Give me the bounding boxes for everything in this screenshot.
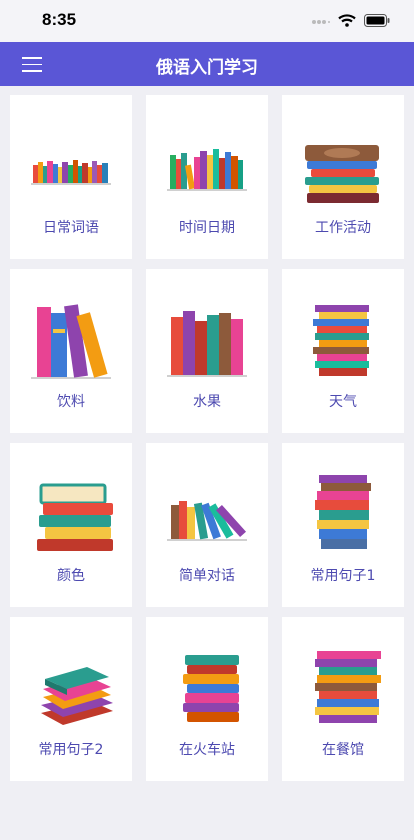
status-icons: [312, 12, 390, 31]
category-card-fruit[interactable]: 水果: [146, 269, 268, 433]
category-label: 颜色: [57, 568, 85, 584]
category-label: 常用句子1: [310, 568, 376, 584]
books-leaning-icon: [157, 473, 257, 563]
category-label: 简单对话: [179, 568, 235, 584]
category-label: 水果: [193, 394, 221, 410]
category-label: 在火车站: [179, 742, 235, 758]
book-stack-icon: [21, 647, 121, 737]
category-label: 常用句子2: [38, 742, 104, 758]
books-row-icon: [157, 125, 257, 215]
page-title: 俄语入门学习: [156, 58, 258, 78]
category-label: 饮料: [57, 394, 85, 410]
signal-icon: [312, 12, 330, 31]
category-card-colors[interactable]: 颜色: [10, 443, 132, 607]
category-card-train-station[interactable]: 在火车站: [146, 617, 268, 781]
book-stack-icon: [293, 299, 393, 389]
status-time: 8:35: [42, 10, 77, 29]
battery-icon: [364, 12, 390, 31]
category-label: 在餐馆: [322, 742, 364, 758]
category-card-weather[interactable]: 天气: [282, 269, 404, 433]
category-card-work-activities[interactable]: 工作活动: [282, 95, 404, 259]
books-leaning-icon: [21, 299, 121, 389]
category-card-restaurant[interactable]: 在餐馆: [282, 617, 404, 781]
status-bar: 8:35: [0, 0, 414, 42]
category-card-drinks[interactable]: 饮料: [10, 269, 132, 433]
category-card-simple-dialogue[interactable]: 简单对话: [146, 443, 268, 607]
wifi-icon: [338, 12, 356, 31]
book-stack-icon: [157, 647, 257, 737]
category-label: 天气: [329, 394, 357, 410]
category-card-daily-words[interactable]: 日常词语: [10, 95, 132, 259]
nav-bar: 俄语入门学习: [0, 42, 414, 86]
category-label: 工作活动: [315, 220, 371, 236]
books-row-icon: [21, 125, 121, 215]
book-stack-icon: [293, 473, 393, 563]
category-label: 日常词语: [43, 220, 99, 236]
category-card-common-sentences-1[interactable]: 常用句子1: [282, 443, 404, 607]
category-grid: 日常词语 时间日期 工作活动 饮料 水果 天气 颜色 简单对话 常用句子1 常用…: [10, 95, 404, 781]
book-stack-icon: [293, 125, 393, 215]
book-stack-icon: [293, 647, 393, 737]
category-card-time-date[interactable]: 时间日期: [146, 95, 268, 259]
category-label: 时间日期: [179, 220, 235, 236]
book-stack-icon: [21, 473, 121, 563]
category-card-common-sentences-2[interactable]: 常用句子2: [10, 617, 132, 781]
books-row-icon: [157, 299, 257, 389]
